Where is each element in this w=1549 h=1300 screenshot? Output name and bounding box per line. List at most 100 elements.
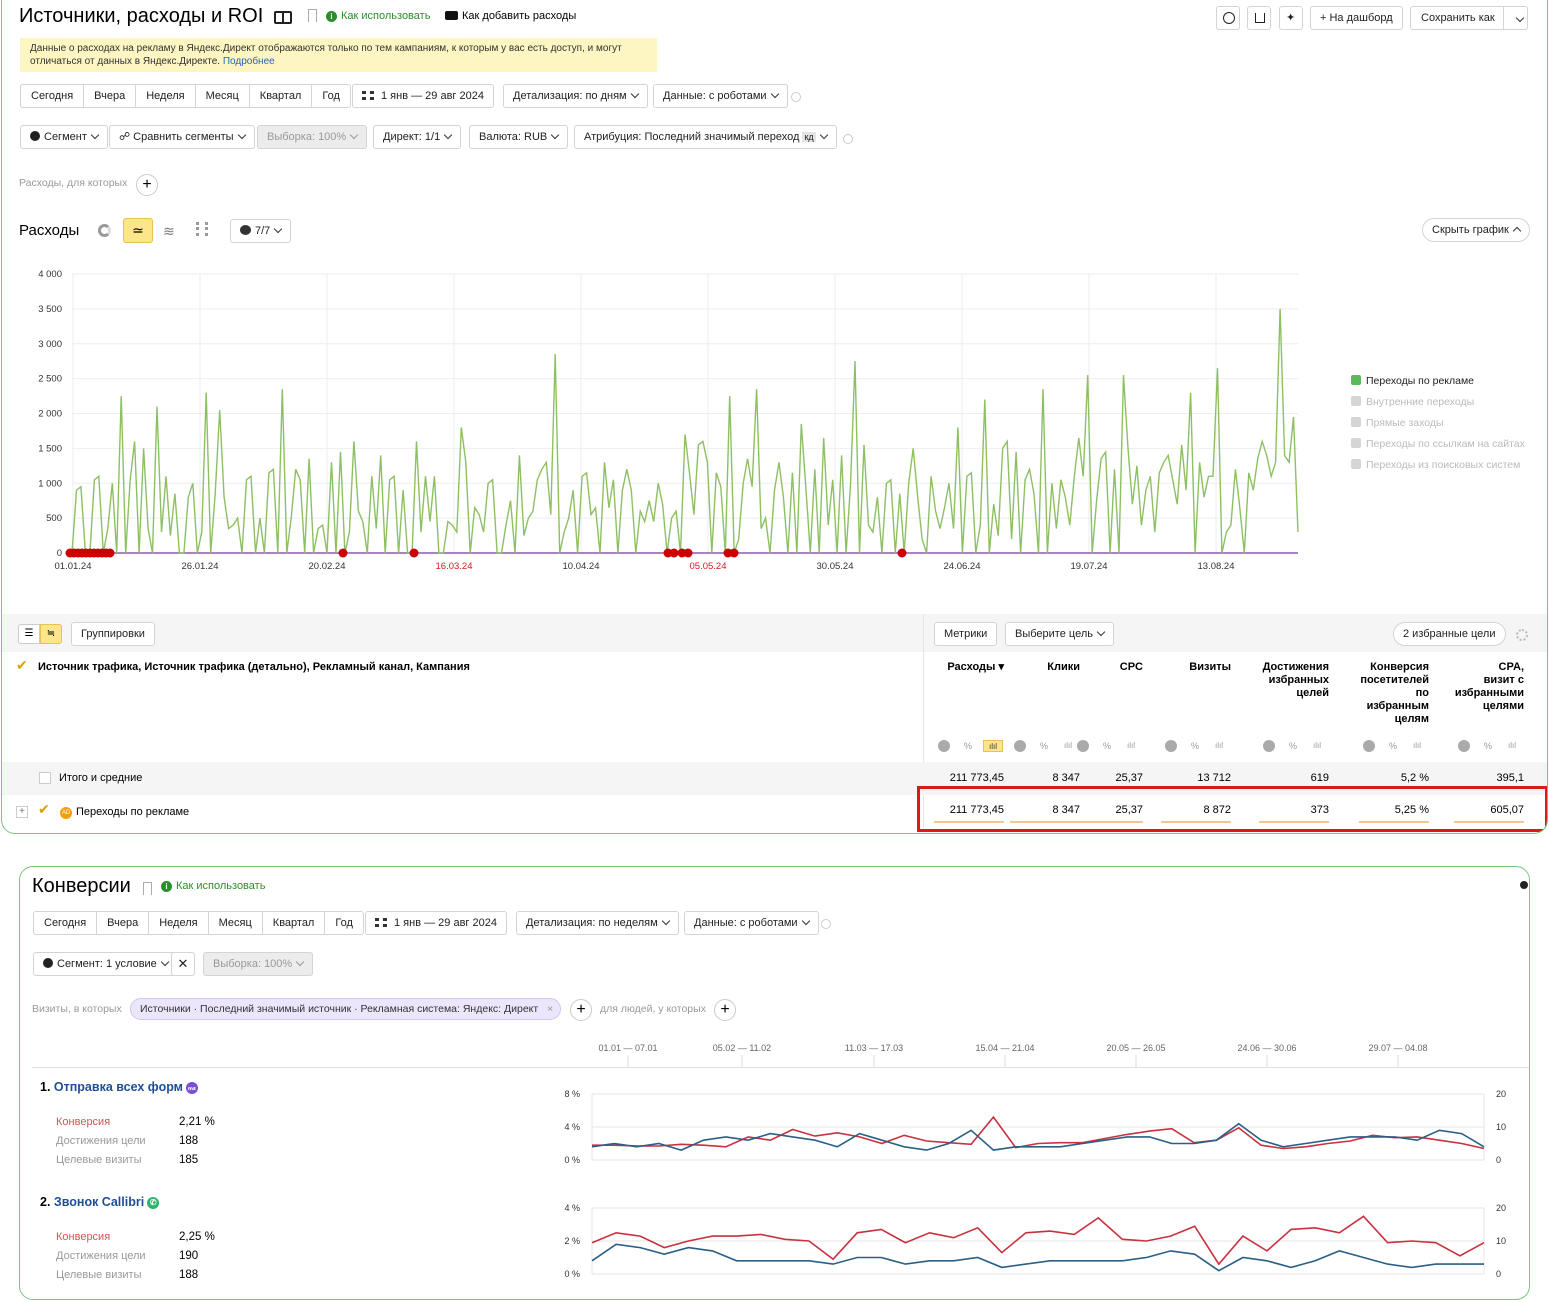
sample-select[interactable]: Выборка: 100% bbox=[203, 952, 314, 976]
period-week[interactable]: Неделя bbox=[136, 85, 196, 107]
bars-view-icon[interactable]: ılıl bbox=[1062, 740, 1074, 752]
bars-view-icon[interactable]: ılıl bbox=[983, 740, 1003, 752]
data-mode-select[interactable]: Данные: с роботами bbox=[653, 84, 788, 108]
dims-checkbox[interactable]: ✔ bbox=[16, 657, 28, 674]
legend-item[interactable]: Переходы из поисковых систем bbox=[1351, 459, 1520, 471]
row-checkbox[interactable]: ✔ bbox=[38, 801, 50, 818]
percent-view-icon[interactable]: % bbox=[1101, 740, 1113, 752]
period-today[interactable]: Сегодня bbox=[34, 912, 98, 934]
legend-item[interactable]: Прямые заходы bbox=[1351, 417, 1444, 429]
help-icon[interactable] bbox=[843, 134, 853, 144]
detail-select[interactable]: Детализация: по дням bbox=[503, 84, 648, 108]
period-yesterday[interactable]: Вчера bbox=[97, 912, 150, 934]
legend-item[interactable]: Переходы по ссылкам на сайтах bbox=[1351, 438, 1525, 450]
segment-button[interactable]: Сегмент: 1 условие bbox=[33, 952, 178, 976]
goal-title[interactable]: 1. Отправка всех форм ₘₛ bbox=[40, 1080, 198, 1094]
groupings-button[interactable]: Группировки bbox=[71, 622, 155, 646]
settings-gear-icon[interactable] bbox=[1516, 629, 1528, 641]
pie-view-icon[interactable] bbox=[1077, 740, 1089, 752]
compare-segments-button[interactable]: ☍ Сравнить сегменты bbox=[109, 125, 255, 149]
column-header[interactable]: Конверсия посетителей по избранным целям bbox=[1319, 661, 1429, 726]
bookmark-icon[interactable] bbox=[143, 882, 152, 895]
legend-item[interactable]: Переходы по рекламе bbox=[1351, 375, 1474, 387]
choose-goal-select[interactable]: Выберите цель bbox=[1005, 622, 1114, 646]
bars-view-icon[interactable]: ılıl bbox=[1311, 740, 1323, 752]
attribution-select[interactable]: Атрибуция: Последний значимый переход кд bbox=[574, 125, 837, 149]
hide-chart-button[interactable]: Скрыть график bbox=[1422, 218, 1530, 242]
legend-checkbox[interactable] bbox=[1351, 375, 1361, 385]
how-add-costs-link[interactable]: Как добавить расходы bbox=[445, 10, 576, 22]
segment-button[interactable]: Сегмент bbox=[20, 125, 108, 149]
period-quarter[interactable]: Квартал bbox=[250, 85, 313, 107]
area-chart-icon[interactable]: ≋ bbox=[163, 223, 175, 240]
chip-close-icon[interactable]: × bbox=[547, 999, 553, 1019]
period-week[interactable]: Неделя bbox=[149, 912, 209, 934]
sample-select[interactable]: Выборка: 100% bbox=[257, 125, 368, 149]
direct-select[interactable]: Директ: 1/1 bbox=[373, 125, 462, 149]
add-filter-button[interactable]: + bbox=[136, 174, 158, 196]
bars-view-icon[interactable]: ılıl bbox=[1213, 740, 1225, 752]
percent-view-icon[interactable]: % bbox=[1038, 740, 1050, 752]
book-icon[interactable] bbox=[274, 11, 292, 24]
period-month[interactable]: Месяц bbox=[196, 85, 250, 107]
pie-view-icon[interactable] bbox=[1363, 740, 1375, 752]
date-range-picker[interactable]: 1 янв — 29 авг 2024 bbox=[352, 84, 494, 108]
period-quarter[interactable]: Квартал bbox=[263, 912, 326, 934]
pie-view-icon[interactable] bbox=[1263, 740, 1275, 752]
bars-view-icon[interactable]: ılıl bbox=[1411, 740, 1423, 752]
tree-view-button[interactable]: ≒ bbox=[40, 624, 62, 644]
percent-view-icon[interactable]: % bbox=[962, 740, 974, 752]
row-label[interactable]: Переходы по рекламе bbox=[76, 806, 189, 818]
filter-chip[interactable]: Источники · Последний значимый источник … bbox=[130, 998, 562, 1020]
history-button[interactable] bbox=[1216, 6, 1240, 30]
date-range-picker[interactable]: 1 янв — 29 авг 2024 bbox=[365, 911, 507, 935]
favorite-goals-button[interactable]: 2 избранные цели bbox=[1393, 622, 1506, 646]
add-people-filter-button[interactable]: + bbox=[714, 999, 736, 1021]
how-to-use-link[interactable]: i Как использовать bbox=[326, 10, 430, 22]
period-month[interactable]: Месяц bbox=[209, 912, 263, 934]
percent-view-icon[interactable]: % bbox=[1189, 740, 1201, 752]
clear-segment-button[interactable]: ✕ bbox=[171, 952, 195, 976]
bar-chart-icon[interactable] bbox=[196, 222, 208, 236]
pie-view-icon[interactable] bbox=[938, 740, 950, 752]
to-dashboard-button[interactable]: + На дашборд bbox=[1310, 6, 1403, 30]
totals-checkbox[interactable] bbox=[39, 772, 51, 784]
currency-select[interactable]: Валюта: RUB bbox=[469, 125, 569, 149]
pie-view-icon[interactable] bbox=[1458, 740, 1470, 752]
save-as-button[interactable]: Сохранить как bbox=[1410, 6, 1528, 30]
pie-view-icon[interactable] bbox=[1165, 740, 1177, 752]
period-year[interactable]: Год bbox=[325, 912, 363, 934]
legend-checkbox[interactable] bbox=[1351, 417, 1361, 427]
percent-view-icon[interactable]: % bbox=[1387, 740, 1399, 752]
period-yesterday[interactable]: Вчера bbox=[84, 85, 137, 107]
percent-view-icon[interactable]: % bbox=[1287, 740, 1299, 752]
goal-title[interactable]: 2. Звонок Callibri ✆ bbox=[40, 1195, 160, 1209]
pie-view-icon[interactable] bbox=[1014, 740, 1026, 752]
expand-row-button[interactable]: + bbox=[16, 806, 28, 818]
notice-more-link[interactable]: Подробнее bbox=[223, 56, 275, 67]
flat-view-button[interactable]: ☰ bbox=[18, 624, 40, 644]
column-header[interactable]: Визиты bbox=[1121, 661, 1231, 674]
help-icon[interactable] bbox=[821, 919, 831, 929]
help-icon[interactable] bbox=[791, 92, 801, 102]
legend-checkbox[interactable] bbox=[1351, 396, 1361, 406]
period-today[interactable]: Сегодня bbox=[21, 85, 85, 107]
export-button[interactable] bbox=[1247, 6, 1271, 30]
legend-checkbox[interactable] bbox=[1351, 459, 1361, 469]
data-mode-select[interactable]: Данные: с роботами bbox=[684, 911, 819, 935]
metrics-button[interactable]: Метрики bbox=[934, 622, 998, 646]
column-header[interactable]: CPA, визит с избранными целями bbox=[1414, 661, 1524, 713]
line-chart-button[interactable]: ≃ bbox=[123, 218, 153, 243]
bookmark-icon[interactable] bbox=[308, 9, 317, 22]
percent-view-icon[interactable]: % bbox=[1482, 740, 1494, 752]
column-header[interactable]: Достижения избранных целей bbox=[1219, 661, 1329, 700]
legend-checkbox[interactable] bbox=[1351, 438, 1361, 448]
compare-button[interactable]: ✦ bbox=[1279, 6, 1303, 30]
metrics-count-select[interactable]: 7/7 bbox=[230, 219, 292, 243]
bars-view-icon[interactable]: ılıl bbox=[1506, 740, 1518, 752]
bars-view-icon[interactable]: ılıl bbox=[1125, 740, 1137, 752]
period-year[interactable]: Год bbox=[312, 85, 350, 107]
add-visits-filter-button[interactable]: + bbox=[570, 999, 592, 1021]
how-to-use-link[interactable]: i Как использовать bbox=[161, 880, 265, 892]
legend-item[interactable]: Внутренние переходы bbox=[1351, 396, 1474, 408]
